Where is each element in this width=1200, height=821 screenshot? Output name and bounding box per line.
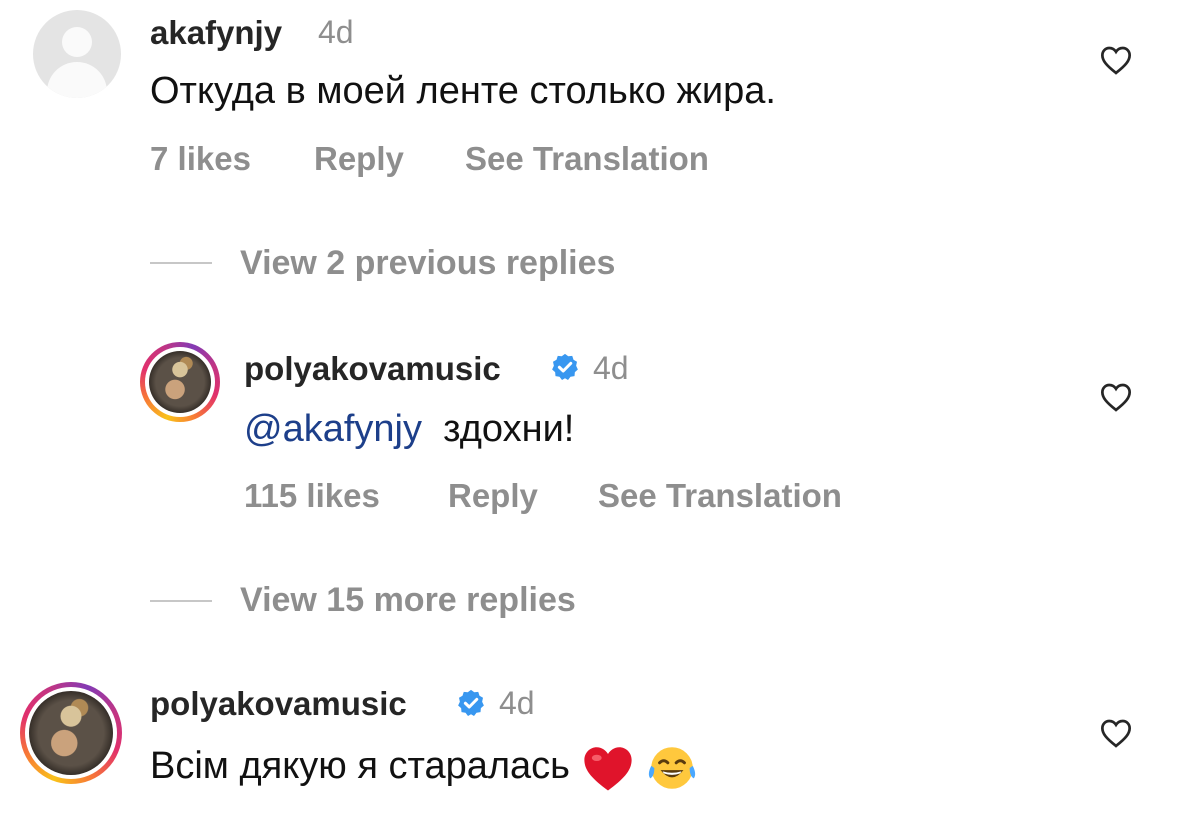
comment-text: Откуда в моей ленте столько жира. — [150, 70, 776, 112]
comment-text-body: здохни! — [443, 408, 575, 450]
avatar[interactable] — [140, 342, 220, 422]
avatar[interactable] — [20, 682, 122, 784]
timestamp: 4d — [593, 350, 629, 386]
divider-line — [150, 262, 212, 264]
comment-text-body: Всім дякую я старалась — [150, 745, 570, 788]
timestamp: 4d — [318, 14, 354, 50]
mention-link[interactable]: @akafynjy — [244, 408, 422, 450]
verified-badge-icon — [458, 689, 484, 716]
tears-of-joy-icon — [648, 747, 696, 789]
comment-text: Всім дякую я старалась — [150, 743, 699, 793]
see-translation-button[interactable]: See Translation — [465, 140, 709, 178]
heart-icon[interactable] — [1099, 718, 1133, 748]
avatar[interactable] — [33, 10, 121, 98]
heart-icon[interactable] — [1099, 382, 1133, 412]
username[interactable]: polyakovamusic — [244, 350, 501, 388]
likes-count[interactable]: 115 likes — [244, 477, 380, 515]
verified-badge-icon — [552, 353, 578, 380]
view-previous-replies[interactable]: View 2 previous replies — [240, 244, 615, 283]
view-more-replies[interactable]: View 15 more replies — [240, 581, 576, 620]
heart-icon[interactable] — [1099, 45, 1133, 75]
comment-text: @akafynjy здохни! — [244, 408, 574, 451]
red-heart-icon — [583, 747, 632, 791]
reply-button[interactable]: Reply — [448, 477, 538, 515]
see-translation-button[interactable]: See Translation — [598, 477, 842, 515]
reply-button[interactable]: Reply — [314, 140, 404, 178]
divider-line — [150, 600, 212, 602]
likes-count[interactable]: 7 likes — [150, 140, 251, 178]
timestamp: 4d — [499, 685, 535, 721]
username[interactable]: akafynjy — [150, 14, 282, 52]
username[interactable]: polyakovamusic — [150, 685, 407, 723]
